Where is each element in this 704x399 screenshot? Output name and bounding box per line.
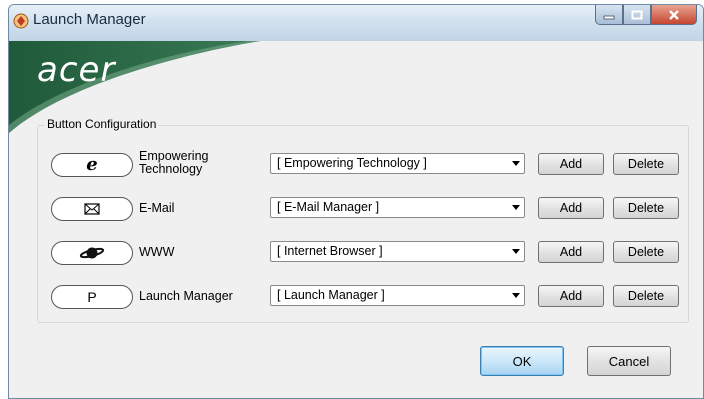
select-value: [ E-Mail Manager ] xyxy=(277,200,380,214)
row-label: WWW xyxy=(139,245,175,259)
p-key-icon: P xyxy=(87,289,97,305)
chevron-down-icon xyxy=(512,205,520,210)
config-row-www: WWW [ Internet Browser ] Add Delete xyxy=(9,238,703,268)
email-key-button[interactable] xyxy=(51,197,133,221)
www-key-button[interactable] xyxy=(51,241,133,265)
select-value: [ Empowering Technology ] xyxy=(277,156,427,170)
group-label: Button Configuration xyxy=(45,117,159,131)
empowering-select[interactable]: [ Empowering Technology ] xyxy=(270,153,525,174)
ok-button[interactable]: OK xyxy=(480,346,564,376)
add-button[interactable]: Add xyxy=(538,153,604,175)
config-row-launch-manager: P Launch Manager [ Launch Manager ] Add … xyxy=(9,282,703,312)
delete-button[interactable]: Delete xyxy=(613,285,679,307)
add-button[interactable]: Add xyxy=(538,241,604,263)
config-row-empowering: e Empowering Technology [ Empowering Tec… xyxy=(9,150,703,180)
add-button[interactable]: Add xyxy=(538,197,604,219)
dialog-body: acer Button Configuration e Empowering T… xyxy=(9,41,703,398)
delete-button[interactable]: Delete xyxy=(613,153,679,175)
select-value: [ Internet Browser ] xyxy=(277,244,383,258)
select-value: [ Launch Manager ] xyxy=(277,288,385,302)
email-select[interactable]: [ E-Mail Manager ] xyxy=(270,197,525,218)
maximize-icon[interactable] xyxy=(623,5,651,25)
window-title: Launch Manager xyxy=(33,11,146,28)
row-label: Empowering Technology xyxy=(139,149,209,176)
p-key-button[interactable]: P xyxy=(51,285,133,309)
window-controls xyxy=(595,5,697,25)
launch-manager-window: Launch Manager acer Button Configuration… xyxy=(8,4,704,399)
row-label: E-Mail xyxy=(139,201,175,215)
www-select[interactable]: [ Internet Browser ] xyxy=(270,241,525,262)
acer-logo: acer xyxy=(37,50,116,90)
minimize-icon[interactable] xyxy=(595,5,623,25)
envelope-icon xyxy=(84,203,100,215)
empowering-key-button[interactable]: e xyxy=(51,153,133,177)
delete-button[interactable]: Delete xyxy=(613,241,679,263)
add-button[interactable]: Add xyxy=(538,285,604,307)
app-icon xyxy=(13,13,29,29)
row-label: Launch Manager xyxy=(139,289,233,303)
title-bar[interactable]: Launch Manager xyxy=(9,5,703,41)
chevron-down-icon xyxy=(512,161,520,166)
chevron-down-icon xyxy=(512,293,520,298)
chevron-down-icon xyxy=(512,249,520,254)
close-icon[interactable] xyxy=(651,5,697,25)
launch-manager-select[interactable]: [ Launch Manager ] xyxy=(270,285,525,306)
config-row-email: E-Mail [ E-Mail Manager ] Add Delete xyxy=(9,194,703,224)
cancel-button[interactable]: Cancel xyxy=(587,346,671,376)
delete-button[interactable]: Delete xyxy=(613,197,679,219)
internet-explorer-e-icon: e xyxy=(86,154,98,175)
globe-icon xyxy=(79,247,105,259)
